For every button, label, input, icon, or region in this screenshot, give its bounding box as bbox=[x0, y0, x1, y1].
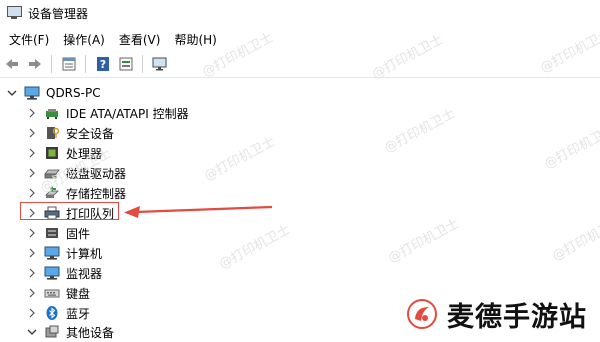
chevron-down-icon[interactable] bbox=[6, 87, 18, 99]
storage-controller-icon bbox=[44, 185, 60, 201]
tree-item-bluetooth[interactable]: 蓝牙 bbox=[26, 303, 90, 323]
keyboard-icon bbox=[44, 285, 60, 301]
back-icon[interactable] bbox=[1, 53, 23, 75]
tree-item-processors[interactable]: 处理器 bbox=[26, 143, 102, 163]
tree-item-monitors[interactable]: 监视器 bbox=[26, 263, 102, 283]
tree-root[interactable]: QDRS-PC bbox=[6, 83, 101, 103]
chevron-right-icon[interactable] bbox=[26, 107, 38, 119]
watermark: @打印机卫士 bbox=[216, 222, 293, 273]
tree-item-label: 其他设备 bbox=[66, 325, 115, 340]
chevron-right-icon[interactable] bbox=[26, 287, 38, 299]
highlight-box bbox=[20, 202, 119, 220]
menu-file[interactable]: 文件(F) bbox=[0, 31, 56, 48]
watermark: @打印机卫士 bbox=[381, 106, 458, 157]
tree-item-firmware[interactable]: 固件 bbox=[26, 223, 90, 243]
menu-action[interactable]: 操作(A) bbox=[56, 31, 112, 48]
svg-text:?: ? bbox=[100, 58, 106, 71]
other-devices-icon bbox=[44, 324, 60, 340]
brand-name: 麦德手游站 bbox=[447, 301, 587, 333]
tree-item-computer[interactable]: 计算机 bbox=[26, 243, 102, 263]
properties-icon[interactable] bbox=[58, 53, 80, 75]
chevron-right-icon[interactable] bbox=[26, 267, 38, 279]
security-device-icon bbox=[44, 125, 60, 141]
brand-logo: 麦德手游站 bbox=[407, 296, 587, 333]
disk-drive-icon bbox=[44, 165, 60, 181]
tree-item-label: 计算机 bbox=[66, 246, 103, 261]
tree-item-disk-drives[interactable]: 磁盘驱动器 bbox=[26, 163, 126, 183]
chevron-right-icon[interactable] bbox=[26, 187, 38, 199]
tree-item-other-devices[interactable]: 其他设备 bbox=[26, 322, 114, 342]
tree-item-security-devices[interactable]: 安全设备 bbox=[26, 123, 114, 143]
processor-icon bbox=[44, 145, 60, 161]
menu-bar: 文件(F) 操作(A) 查看(V) 帮助(H) bbox=[0, 28, 600, 50]
view-icon[interactable] bbox=[115, 53, 137, 75]
toolbar-separator bbox=[85, 55, 86, 73]
chevron-right-icon[interactable] bbox=[26, 247, 38, 259]
tree-item-label: 键盘 bbox=[66, 286, 91, 301]
computer-icon bbox=[24, 85, 40, 101]
bluetooth-icon bbox=[44, 305, 60, 321]
tree-item-label: 处理器 bbox=[66, 146, 103, 161]
monitor-icon bbox=[44, 265, 60, 281]
window-title: 设备管理器 bbox=[28, 6, 89, 21]
toolbar-separator bbox=[142, 55, 143, 73]
tree-item-label: 磁盘驱动器 bbox=[66, 166, 127, 181]
tree-item-label: 监视器 bbox=[66, 266, 103, 281]
tree-root-label: QDRS-PC bbox=[46, 86, 101, 100]
toolbar-separator bbox=[51, 55, 52, 73]
chevron-right-icon[interactable] bbox=[26, 147, 38, 159]
tree-item-label: 存储控制器 bbox=[66, 186, 127, 201]
chevron-down-icon[interactable] bbox=[26, 326, 38, 338]
chevron-right-icon[interactable] bbox=[26, 307, 38, 319]
menu-help[interactable]: 帮助(H) bbox=[167, 31, 223, 48]
tree-item-label: 蓝牙 bbox=[66, 306, 91, 321]
device-manager-icon bbox=[6, 5, 22, 21]
forward-icon[interactable] bbox=[24, 53, 46, 75]
monitor-scan-icon[interactable] bbox=[149, 53, 171, 75]
tree-item-label: 安全设备 bbox=[66, 126, 115, 141]
watermark: @打印机卫士 bbox=[385, 216, 462, 267]
chevron-right-icon[interactable] bbox=[26, 167, 38, 179]
brand-logo-icon bbox=[407, 299, 437, 329]
watermark: @打印机卫士 bbox=[201, 134, 278, 185]
tree-item-label: IDE ATA/ATAPI 控制器 bbox=[66, 106, 189, 121]
tree-item-keyboards[interactable]: 键盘 bbox=[26, 283, 90, 303]
ide-controller-icon bbox=[44, 105, 60, 121]
menu-view[interactable]: 查看(V) bbox=[112, 31, 168, 48]
chevron-right-icon[interactable] bbox=[26, 227, 38, 239]
tree-item-storage-controllers[interactable]: 存储控制器 bbox=[26, 183, 126, 203]
firmware-icon bbox=[44, 225, 60, 241]
title-bar: 设备管理器 bbox=[0, 0, 600, 26]
computer-icon bbox=[44, 245, 60, 261]
toolbar: ? bbox=[0, 51, 600, 78]
watermark: @打印机卫士 bbox=[541, 122, 600, 173]
tree-item-label: 固件 bbox=[66, 226, 91, 241]
chevron-right-icon[interactable] bbox=[26, 127, 38, 139]
tree-item-ide-controller[interactable]: IDE ATA/ATAPI 控制器 bbox=[26, 103, 189, 123]
watermark: @打印机卫士 bbox=[549, 214, 600, 265]
help-icon[interactable]: ? bbox=[92, 53, 114, 75]
